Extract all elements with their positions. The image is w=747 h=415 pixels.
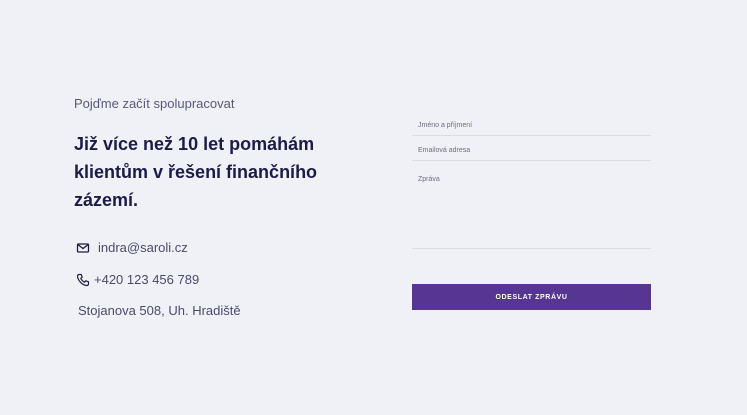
message-field[interactable]: Zpráva <box>412 167 651 249</box>
contact-phone-text: +420 123 456 789 <box>94 272 200 287</box>
contact-email[interactable]: indra@saroli.cz <box>76 240 188 255</box>
name-field[interactable]: Jméno a příjmení <box>412 113 651 136</box>
page-title: Již více než 10 let pomáhám klientům v ř… <box>74 134 318 210</box>
mail-icon <box>76 241 90 255</box>
name-field-placeholder: Jméno a příjmení <box>418 122 473 129</box>
email-field-placeholder: Emailová adresa <box>418 147 471 154</box>
section-eyebrow: Pojďme začít spolupracovat <box>74 96 235 111</box>
contact-email-text: indra@saroli.cz <box>98 240 188 255</box>
contact-intro: Pojďme začít spolupracovat <box>74 96 374 112</box>
message-field-placeholder: Zpráva <box>418 176 440 183</box>
email-field[interactable]: Emailová adresa <box>412 138 651 161</box>
phone-icon <box>76 273 90 287</box>
submit-button[interactable]: ODESLAT ZPRÁVU <box>412 284 651 310</box>
contact-phone[interactable]: +420 123 456 789 <box>76 272 199 287</box>
contact-address-text: Stojanova 508, Uh. Hradiště <box>78 303 241 318</box>
contact-address: Stojanova 508, Uh. Hradiště <box>78 303 241 318</box>
